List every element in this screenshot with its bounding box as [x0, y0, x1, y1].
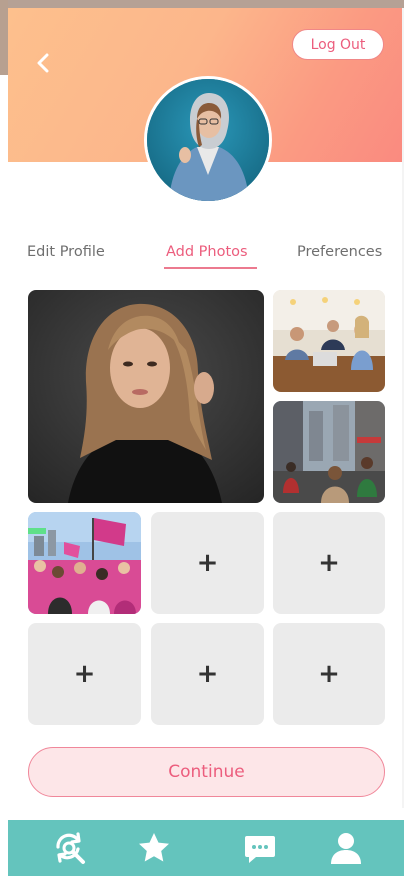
- nav-favorites[interactable]: [134, 828, 174, 868]
- plus-icon: +: [196, 659, 219, 689]
- cafe-photo: [273, 290, 385, 392]
- nav-profile[interactable]: [326, 828, 366, 868]
- add-photo-slot-5[interactable]: +: [151, 512, 264, 614]
- photo-slot-main[interactable]: [28, 290, 264, 503]
- star-icon: [139, 833, 169, 862]
- user-profile-icon: [331, 833, 361, 864]
- plus-icon: +: [196, 548, 219, 578]
- discover-refresh-search-icon: [56, 832, 85, 864]
- window-left-edge: [0, 0, 8, 75]
- plus-icon: +: [318, 659, 340, 689]
- window-top-edge: [0, 0, 404, 8]
- tab-edit-profile[interactable]: Edit Profile: [27, 244, 105, 260]
- profile-tabs: Edit Profile Add Photos Preferences: [0, 244, 404, 274]
- plus-icon: +: [73, 659, 96, 689]
- active-tab-indicator: [164, 267, 257, 269]
- chevron-left-icon: [37, 53, 49, 73]
- continue-button[interactable]: Continue: [28, 747, 385, 797]
- avatar-photo: [147, 79, 269, 201]
- avatar[interactable]: [144, 76, 272, 204]
- add-photo-slot-8[interactable]: +: [151, 623, 264, 725]
- nav-messages[interactable]: [240, 828, 280, 868]
- add-photo-slot-7[interactable]: +: [28, 623, 141, 725]
- chat-bubble-icon: [245, 836, 275, 863]
- tab-add-photos[interactable]: Add Photos: [166, 244, 248, 260]
- portrait-photo: [28, 290, 264, 503]
- city-street-photo: [273, 401, 385, 503]
- rally-photo: [28, 512, 141, 614]
- photo-slot-2[interactable]: [273, 290, 385, 392]
- add-photo-slot-9[interactable]: +: [273, 623, 385, 725]
- tab-preferences[interactable]: Preferences: [297, 244, 382, 260]
- app-screen: Log Out Edit Profile Add Photos Preferen…: [0, 0, 404, 876]
- logout-button[interactable]: Log Out: [292, 29, 384, 60]
- photo-slot-4[interactable]: [28, 512, 141, 614]
- nav-discover[interactable]: [50, 828, 90, 868]
- add-photo-slot-6[interactable]: +: [273, 512, 385, 614]
- photo-slot-3[interactable]: [273, 401, 385, 503]
- back-button[interactable]: [28, 48, 58, 78]
- plus-icon: +: [318, 548, 340, 578]
- bottom-navigation: [8, 820, 404, 876]
